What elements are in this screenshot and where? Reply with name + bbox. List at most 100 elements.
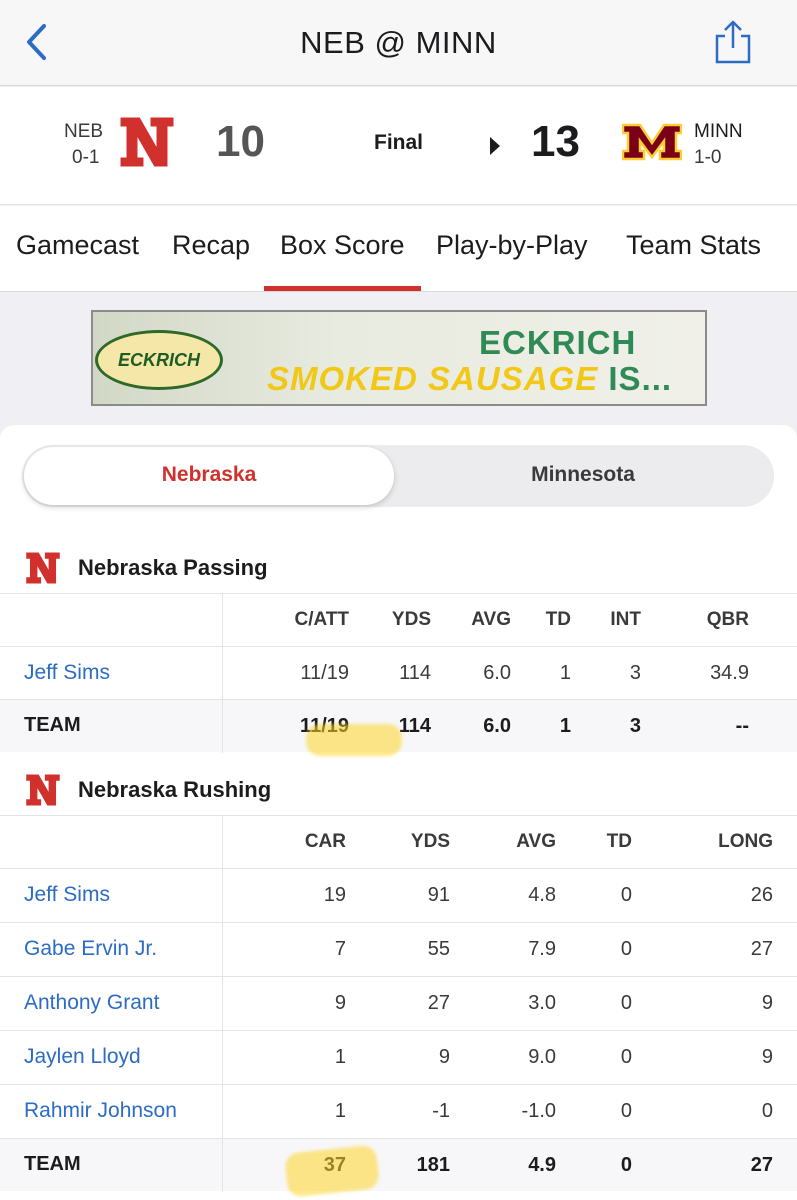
team-total-label: TEAM	[24, 1153, 81, 1175]
stat-cell: 3	[629, 715, 641, 737]
ad-banner[interactable]: ECKRICH ECKRICH SMOKED SAUSAGE IS...	[91, 310, 707, 406]
player-link[interactable]: Jaylen Lloyd	[24, 1045, 141, 1069]
stat-cell: 7	[334, 938, 346, 960]
rushing-section-title: Nebraska Rushing	[78, 777, 272, 802]
column-divider	[222, 594, 223, 647]
column-header: TD	[545, 609, 571, 630]
table-row: Rahmir Johnson 1 -1 -1.0 0 0	[0, 1084, 797, 1138]
share-icon[interactable]	[713, 18, 753, 66]
table-header-row: CAR YDS AVG TD LONG	[0, 815, 797, 869]
player-link[interactable]: Anthony Grant	[24, 991, 159, 1015]
passing-section-header: Nebraska Passing	[0, 533, 797, 597]
table-header-row: C/ATT YDS AVG TD INT QBR	[0, 593, 797, 647]
stat-cell: 27	[427, 992, 450, 1014]
stat-cell: 4.9	[528, 1154, 556, 1176]
nebraska-logo-icon	[25, 549, 61, 587]
team-toggle-minnesota[interactable]: Minnesota	[398, 463, 768, 487]
column-divider	[222, 647, 223, 700]
stat-cell: 34.9	[710, 662, 749, 684]
column-divider	[222, 1031, 223, 1084]
column-header: CAR	[304, 831, 346, 852]
column-divider	[222, 923, 223, 976]
page-title: NEB @ MINN	[300, 25, 497, 60]
active-tab-indicator	[264, 286, 421, 291]
stat-cell: 26	[750, 884, 773, 906]
scoreboard[interactable]: NEB 0-1 10 Final 13 MINN 1-0	[0, 87, 797, 205]
player-link[interactable]: Rahmir Johnson	[24, 1099, 177, 1123]
column-header: YDS	[391, 609, 431, 630]
stat-cell: 181	[416, 1154, 450, 1176]
home-score: 13	[531, 117, 580, 166]
stat-cell: 4.8	[528, 884, 556, 906]
tab-team-stats[interactable]: Team Stats	[626, 230, 761, 261]
nebraska-logo-icon	[25, 771, 61, 809]
table-row: Jeff Sims 11/19 114 6.0 1 3 34.9	[0, 646, 797, 700]
stat-cell: 9	[761, 1046, 773, 1068]
tab-gamecast[interactable]: Gamecast	[16, 230, 139, 261]
column-header: TD	[606, 831, 632, 852]
tab-recap[interactable]: Recap	[172, 230, 250, 261]
rushing-section-header: Nebraska Rushing	[0, 755, 797, 819]
navigation-bar: NEB @ MINN	[0, 0, 797, 86]
box-score-card: Nebraska Minnesota Nebraska Passing C/AT…	[0, 425, 797, 1200]
game-status: Final	[374, 131, 424, 154]
ad-headline: ECKRICH	[479, 324, 637, 361]
table-row: Jeff Sims 19 91 4.8 0 26	[0, 868, 797, 922]
column-divider	[222, 816, 223, 869]
stat-cell: 0	[620, 1154, 632, 1176]
column-divider	[222, 1085, 223, 1138]
column-header: LONG	[718, 831, 773, 852]
stat-cell: --	[735, 715, 749, 737]
table-row: Jaylen Lloyd 1 9 9.0 0 9	[0, 1030, 797, 1084]
passing-section-title: Nebraska Passing	[78, 555, 268, 580]
nebraska-logo	[118, 113, 176, 171]
player-link[interactable]: Jeff Sims	[24, 661, 110, 685]
away-team-record: 0-1	[72, 147, 100, 168]
stat-cell: 27	[750, 1154, 773, 1176]
column-header: AVG	[516, 831, 556, 852]
stat-cell: 27	[750, 938, 773, 960]
away-team-abbr: NEB	[64, 121, 104, 142]
stat-cell: 1	[334, 1100, 346, 1122]
stat-cell: 9	[438, 1046, 450, 1068]
stat-cell: 3.0	[528, 992, 556, 1014]
stat-cell: 0	[620, 938, 632, 960]
stat-cell: 0	[620, 884, 632, 906]
stat-cell: 19	[323, 884, 346, 906]
stat-cell: -1	[432, 1100, 450, 1122]
column-divider	[222, 869, 223, 922]
table-row: Anthony Grant 9 27 3.0 0 9	[0, 976, 797, 1030]
stat-cell: 1	[559, 662, 571, 684]
tab-play-by-play[interactable]: Play-by-Play	[436, 230, 588, 261]
player-link[interactable]: Gabe Ervin Jr.	[24, 937, 157, 961]
stat-cell: -1.0	[521, 1100, 556, 1122]
column-divider	[222, 977, 223, 1030]
away-score: 10	[216, 117, 265, 166]
stat-cell: 91	[427, 884, 450, 906]
stat-cell: 1	[334, 1046, 346, 1068]
player-link[interactable]: Jeff Sims	[24, 883, 110, 907]
column-divider	[222, 700, 223, 753]
stat-cell: 0	[620, 992, 632, 1014]
stat-cell: 0	[761, 1100, 773, 1122]
team-toggle-nebraska[interactable]: Nebraska	[24, 463, 394, 487]
team-total-row: TEAM 37 181 4.9 0 27	[0, 1138, 797, 1198]
stat-cell: 0	[620, 1046, 632, 1068]
stat-cell: 7.9	[528, 938, 556, 960]
ad-brand-logo: ECKRICH	[95, 330, 223, 390]
highlighter-mark	[283, 1144, 381, 1198]
column-header: C/ATT	[294, 609, 349, 630]
stat-cell: 9	[761, 992, 773, 1014]
team-toggle[interactable]: Nebraska Minnesota	[22, 445, 774, 507]
table-row: Gabe Ervin Jr. 7 55 7.9 0 27	[0, 922, 797, 976]
column-header: YDS	[410, 831, 450, 852]
home-team-abbr: MINN	[694, 121, 743, 142]
tab-box-score[interactable]: Box Score	[280, 230, 405, 261]
tab-bar: Gamecast Recap Box Score Play-by-Play Te…	[0, 206, 797, 292]
highlighter-mark	[306, 724, 402, 756]
stat-cell: 3	[629, 662, 641, 684]
minnesota-logo	[621, 121, 683, 163]
team-total-row: TEAM 11/19 114 6.0 1 3 --	[0, 699, 797, 756]
stat-cell: 11/19	[300, 662, 349, 684]
column-header: QBR	[706, 609, 749, 630]
